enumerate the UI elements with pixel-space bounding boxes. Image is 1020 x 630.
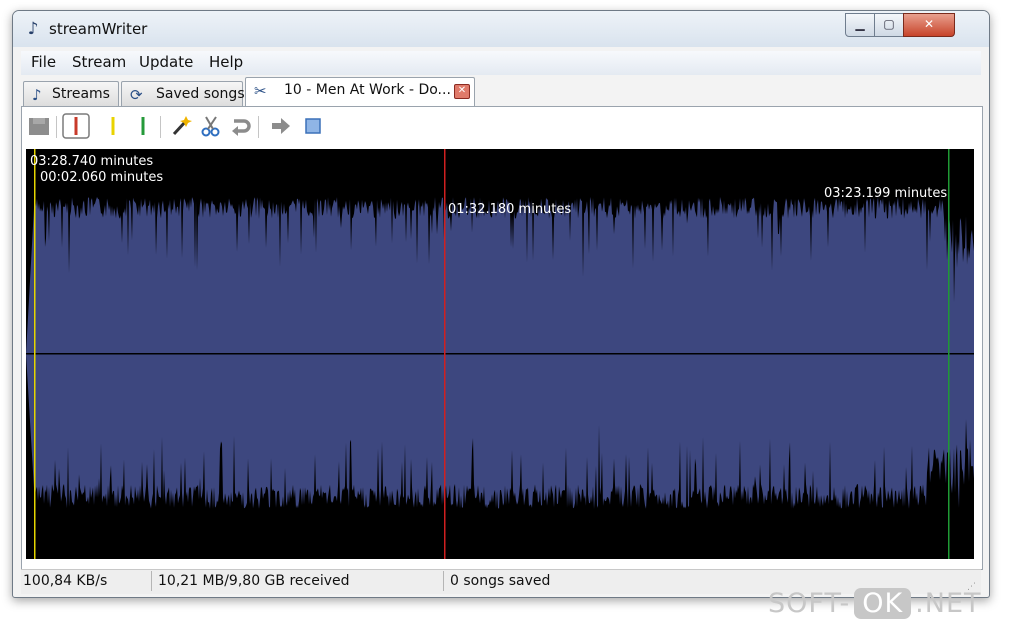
- cursor-time-label: 01:32.180 minutes: [448, 202, 572, 217]
- window-title: streamWriter: [49, 20, 148, 38]
- tab-label: Streams: [52, 86, 110, 102]
- songs-saved: 0 songs saved: [450, 573, 551, 589]
- end-time-label: 03:23.199 minutes: [824, 186, 948, 201]
- stop-icon[interactable]: [302, 115, 324, 137]
- download-speed: 100,84 KB/s: [23, 573, 108, 589]
- tab-saved-songs[interactable]: ⟳ Saved songs: [121, 81, 245, 107]
- tab-current-song[interactable]: ✂ 10 - Men At Work - Do... ✕: [245, 77, 475, 107]
- tab-label: 10 - Men At Work - Do...: [284, 82, 451, 98]
- cut-panel: 03:28.740 minutes 00:02.060 minutes 01:3…: [21, 106, 983, 570]
- status-separator: [151, 571, 152, 591]
- waveform-view[interactable]: 03:28.740 minutes 00:02.060 minutes 01:3…: [26, 149, 974, 559]
- save-icon[interactable]: [28, 115, 50, 137]
- green-marker-icon[interactable]: [132, 115, 154, 137]
- set-start-marker-icon[interactable]: [62, 113, 90, 139]
- toolbar-separator: [56, 116, 57, 138]
- auto-detect-icon[interactable]: [170, 115, 192, 137]
- start-marker-line[interactable]: [34, 149, 36, 559]
- music-note-icon: ♪: [32, 86, 42, 104]
- undo-icon[interactable]: [230, 115, 252, 137]
- tab-streams[interactable]: ♪ Streams: [23, 81, 119, 107]
- menu-help[interactable]: Help: [209, 53, 243, 71]
- waveform-lower-channel: [26, 354, 974, 509]
- toolbar: [22, 107, 982, 147]
- channel-divider: [26, 353, 974, 355]
- close-button[interactable]: ✕: [903, 13, 955, 37]
- tab-strip: ♪ Streams ⟳ Saved songs ✂ 10 - Men At Wo…: [21, 77, 981, 107]
- menu-file[interactable]: File: [31, 53, 56, 71]
- title-bar[interactable]: ♪ streamWriter ▁ ▢ ✕: [13, 11, 989, 47]
- playback-cursor-line[interactable]: [444, 149, 446, 559]
- total-length-label: 03:28.740 minutes: [30, 154, 154, 169]
- app-window: ♪ streamWriter ▁ ▢ ✕ File Stream Update …: [12, 10, 990, 598]
- watermark-right: .NET: [915, 588, 982, 619]
- menu-update[interactable]: Update: [139, 53, 193, 71]
- toolbar-separator: [258, 116, 259, 138]
- minimize-button[interactable]: ▁: [845, 13, 875, 37]
- music-note-icon: ♪: [27, 19, 39, 39]
- menu-stream[interactable]: Stream: [72, 53, 126, 71]
- status-separator: [443, 571, 444, 591]
- cut-icon: ✂: [254, 82, 267, 100]
- menu-bar: File Stream Update Help: [21, 51, 981, 75]
- watermark-ok: OK: [854, 588, 912, 619]
- play-icon[interactable]: [270, 115, 292, 137]
- saved-songs-icon: ⟳: [130, 86, 143, 104]
- cut-icon[interactable]: [200, 115, 222, 137]
- yellow-marker-icon[interactable]: [102, 115, 124, 137]
- tab-close-icon[interactable]: ✕: [454, 84, 470, 99]
- data-received: 10,21 MB/9,80 GB received: [158, 573, 350, 589]
- end-marker-line[interactable]: [948, 149, 950, 559]
- toolbar-separator: [160, 116, 161, 138]
- maximize-button[interactable]: ▢: [874, 13, 904, 37]
- watermark-left: SOFT-: [768, 588, 851, 619]
- waveform-upper-channel: [26, 197, 974, 354]
- start-time-label: 00:02.060 minutes: [40, 170, 164, 185]
- watermark: SOFT- OK .NET: [768, 588, 982, 619]
- tab-label: Saved songs: [156, 86, 245, 102]
